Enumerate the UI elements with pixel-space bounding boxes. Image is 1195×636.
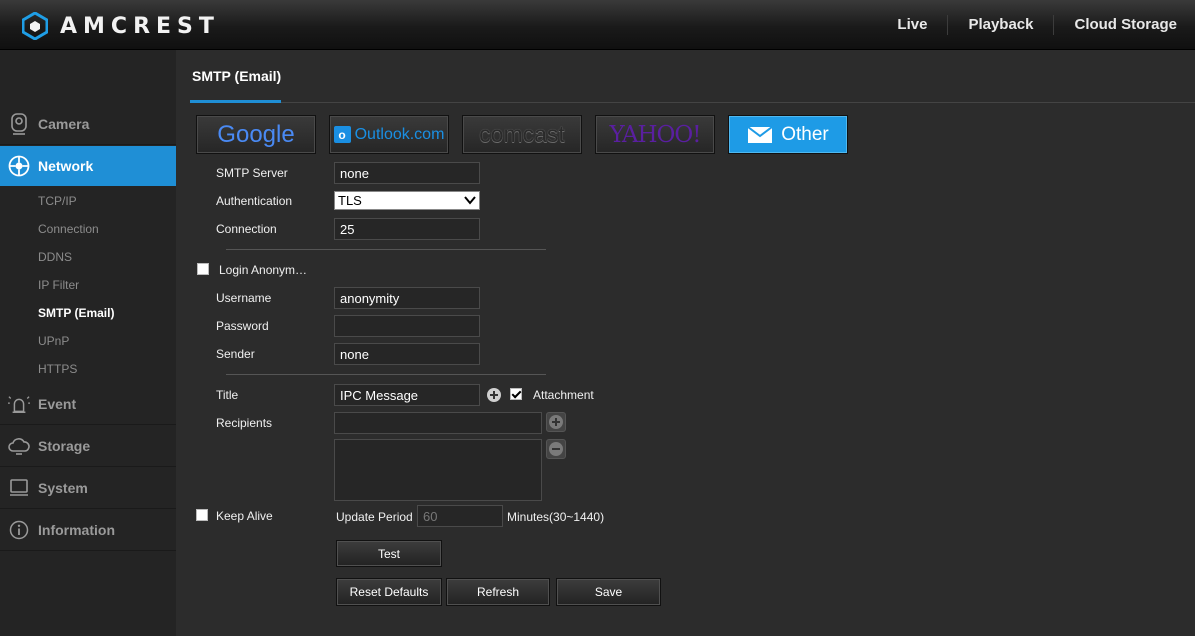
password-label: Password bbox=[216, 319, 269, 333]
provider-comcast-button[interactable]: comcast bbox=[462, 115, 582, 154]
amcrest-logo-icon bbox=[22, 12, 48, 40]
outlook-icon: o bbox=[333, 126, 351, 143]
title-input[interactable]: IPC Message bbox=[334, 384, 480, 406]
smtp-server-label: SMTP Server bbox=[216, 166, 288, 180]
update-period-input[interactable]: 60 bbox=[417, 505, 503, 527]
envelope-icon bbox=[747, 125, 773, 143]
smtp-server-input[interactable]: none bbox=[334, 162, 480, 184]
login-anonymous-checkbox[interactable] bbox=[197, 263, 209, 275]
provider-yahoo-button[interactable]: YAHOO! bbox=[595, 115, 715, 154]
sender-label: Sender bbox=[216, 347, 255, 361]
sidebar-sub-upnp[interactable]: UPnP bbox=[38, 334, 69, 348]
section-divider bbox=[226, 374, 546, 375]
sidebar-label-information: Information bbox=[38, 521, 115, 538]
cloud-storage-icon bbox=[8, 435, 30, 457]
info-icon bbox=[8, 519, 30, 541]
network-icon bbox=[8, 155, 30, 177]
sidebar-sub-connection[interactable]: Connection bbox=[38, 222, 99, 236]
add-recipient-button[interactable] bbox=[546, 412, 566, 432]
sidebar-item-event[interactable]: Event bbox=[0, 383, 176, 425]
chevron-down-icon bbox=[464, 196, 476, 205]
title-divider bbox=[190, 102, 1195, 103]
sidebar-item-information[interactable]: Information bbox=[0, 509, 176, 551]
sidebar-item-system[interactable]: System bbox=[0, 467, 176, 509]
keep-alive-checkbox[interactable] bbox=[196, 509, 208, 521]
sidebar: Camera Network TCP/IP Connection DDNS IP… bbox=[0, 50, 184, 636]
update-period-unit: Minutes(30~1440) bbox=[507, 510, 605, 524]
sidebar-sub-smtp-email[interactable]: SMTP (Email) bbox=[38, 306, 114, 320]
sidebar-label-event: Event bbox=[38, 395, 77, 412]
provider-yahoo-label: YAHOO! bbox=[609, 121, 701, 148]
attachment-checkbox[interactable] bbox=[510, 388, 522, 400]
sidebar-item-network[interactable]: Network bbox=[0, 146, 184, 186]
login-anonymous-label: Login Anonym… bbox=[219, 263, 308, 277]
minus-icon bbox=[549, 442, 563, 456]
brand-logo[interactable]: AMCREST bbox=[22, 12, 220, 40]
sidebar-sub-tcpip[interactable]: TCP/IP bbox=[38, 194, 77, 208]
camera-icon bbox=[8, 112, 30, 135]
sidebar-item-camera[interactable]: Camera bbox=[0, 103, 176, 145]
keep-alive-label: Keep Alive bbox=[216, 509, 273, 523]
username-input[interactable]: anonymity bbox=[334, 287, 480, 309]
recipients-list[interactable] bbox=[334, 439, 542, 501]
connection-label: Connection bbox=[216, 222, 277, 236]
section-divider bbox=[226, 249, 546, 250]
provider-other-label: Other bbox=[781, 123, 829, 145]
nav-cloud-storage[interactable]: Cloud Storage bbox=[1053, 15, 1195, 35]
top-navigation: Live Playback Cloud Storage bbox=[877, 0, 1195, 50]
sender-input[interactable]: none bbox=[334, 343, 480, 365]
add-title-variable-icon[interactable] bbox=[487, 388, 501, 402]
authentication-select[interactable]: TLS bbox=[334, 191, 480, 210]
sidebar-label-system: System bbox=[38, 479, 88, 496]
update-period-label: Update Period bbox=[336, 510, 413, 524]
reset-defaults-button[interactable]: Reset Defaults bbox=[336, 578, 442, 606]
provider-comcast-label: comcast bbox=[479, 121, 565, 147]
sidebar-item-storage[interactable]: Storage bbox=[0, 425, 176, 467]
password-input[interactable] bbox=[334, 315, 480, 337]
save-button[interactable]: Save bbox=[556, 578, 661, 606]
sidebar-sub-https[interactable]: HTTPS bbox=[38, 362, 77, 376]
title-label: Title bbox=[216, 388, 239, 402]
sidebar-label-camera: Camera bbox=[38, 115, 90, 132]
attachment-label: Attachment bbox=[533, 388, 594, 402]
brand-name: AMCREST bbox=[60, 13, 220, 39]
provider-google-button[interactable]: Google bbox=[196, 115, 316, 154]
recipient-input[interactable] bbox=[334, 412, 542, 434]
recipients-label: Recipients bbox=[216, 416, 273, 430]
provider-outlook-label: Outlook.com bbox=[354, 125, 445, 143]
nav-live[interactable]: Live bbox=[877, 15, 947, 35]
test-button[interactable]: Test bbox=[336, 540, 442, 567]
sidebar-label-network: Network bbox=[38, 158, 94, 174]
refresh-button[interactable]: Refresh bbox=[446, 578, 550, 606]
main-content: SMTP (Email) Google o Outlook.com comcas… bbox=[176, 50, 1195, 636]
provider-other-button[interactable]: Other bbox=[728, 115, 848, 154]
page-title: SMTP (Email) bbox=[192, 68, 282, 84]
connection-port-input[interactable]: 25 bbox=[334, 218, 480, 240]
provider-google-label: Google bbox=[217, 120, 295, 148]
sidebar-sub-ip-filter[interactable]: IP Filter bbox=[38, 278, 79, 292]
active-tab-indicator bbox=[190, 100, 281, 103]
username-label: Username bbox=[216, 291, 272, 305]
nav-playback[interactable]: Playback bbox=[947, 15, 1053, 35]
remove-recipient-button[interactable] bbox=[546, 439, 566, 459]
plus-icon bbox=[549, 415, 563, 429]
sidebar-sub-ddns[interactable]: DDNS bbox=[38, 250, 72, 264]
authentication-value: TLS bbox=[338, 193, 362, 208]
monitor-icon bbox=[8, 477, 30, 499]
authentication-label: Authentication bbox=[216, 194, 293, 208]
alarm-icon bbox=[8, 393, 30, 415]
top-bar: AMCREST Live Playback Cloud Storage bbox=[0, 0, 1195, 50]
sidebar-label-storage: Storage bbox=[38, 437, 91, 454]
provider-outlook-button[interactable]: o Outlook.com bbox=[329, 115, 449, 154]
